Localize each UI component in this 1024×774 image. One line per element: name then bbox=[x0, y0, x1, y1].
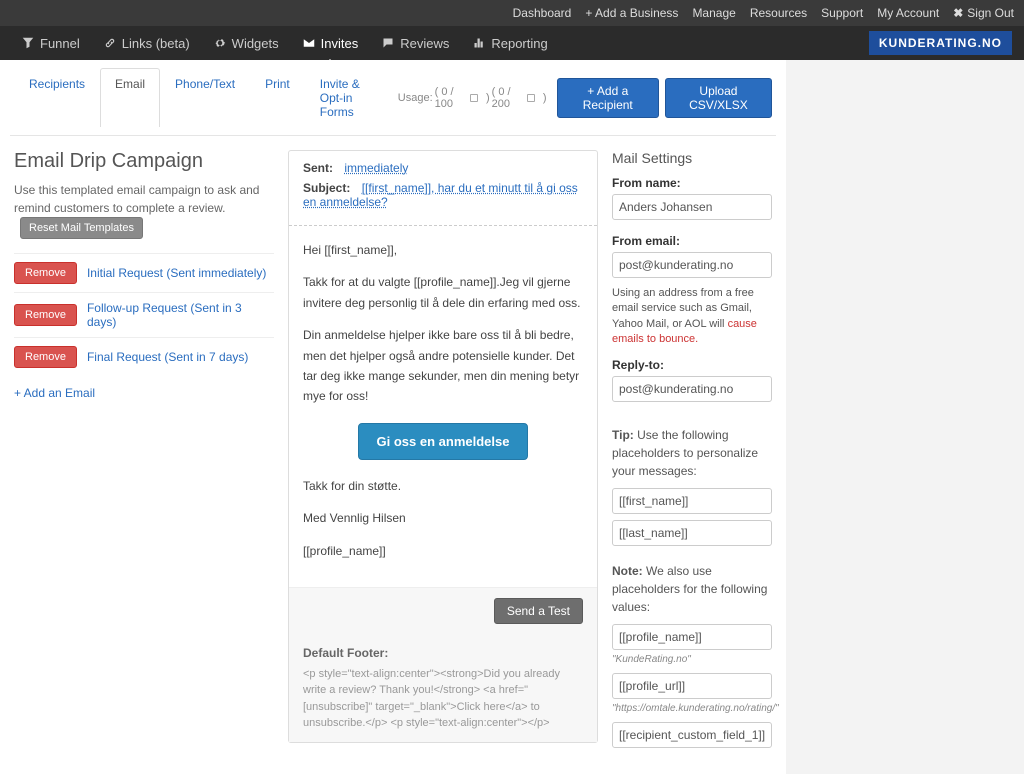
remove-step-button[interactable]: Remove bbox=[14, 346, 77, 368]
step-row: Remove Follow-up Request (Sent in 3 days… bbox=[14, 292, 274, 337]
placeholder-profile-sub: "KundeRating.no" bbox=[612, 654, 772, 665]
from-name-input[interactable] bbox=[612, 194, 772, 220]
brand-logo: KUNDERATING.NO bbox=[869, 31, 1012, 55]
topbar: Dashboard + Add a Business Manage Resour… bbox=[0, 0, 1024, 26]
send-test-button[interactable]: Send a Test bbox=[494, 598, 583, 624]
subheader: Recipients Email Phone/Text Print Invite… bbox=[10, 60, 776, 136]
reply-to-input[interactable] bbox=[612, 376, 772, 402]
subtab-print[interactable]: Print bbox=[250, 68, 305, 127]
footer-label: Default Footer: bbox=[303, 644, 583, 662]
subtab-recipients[interactable]: Recipients bbox=[14, 68, 100, 127]
default-footer: Default Footer: <p style="text-align:cen… bbox=[289, 634, 597, 742]
step-link-followup[interactable]: Follow-up Request (Sent in 3 days) bbox=[87, 301, 274, 329]
nav-support[interactable]: Support bbox=[821, 6, 863, 20]
bars-icon bbox=[473, 37, 485, 49]
placeholder-profile-url[interactable] bbox=[612, 673, 772, 699]
placeholder-first-name[interactable] bbox=[612, 488, 772, 514]
gear-icon bbox=[214, 37, 226, 49]
from-name-label: From name: bbox=[612, 176, 772, 190]
step-row: Remove Initial Request (Sent immediately… bbox=[14, 253, 274, 292]
from-email-label: From email: bbox=[612, 234, 772, 248]
email-paragraph: Din anmeldelse hjelper ikke bare oss til… bbox=[303, 325, 583, 407]
nav-sign-out[interactable]: ✖Sign Out bbox=[953, 6, 1014, 20]
nav-manage[interactable]: Manage bbox=[692, 6, 735, 20]
subtabs: Recipients Email Phone/Text Print Invite… bbox=[14, 68, 398, 127]
envelope-icon bbox=[303, 37, 315, 49]
page-description: Use this templated email campaign to ask… bbox=[14, 181, 274, 239]
note-text: Note: We also use placeholders for the f… bbox=[612, 562, 772, 616]
right-gutter bbox=[786, 60, 1024, 774]
email-editor-card: Sent: immediately Subject: [[first_name]… bbox=[288, 150, 598, 743]
page-title: Email Drip Campaign bbox=[14, 150, 274, 173]
email-paragraph: Takk for at du valgte [[profile_name]].J… bbox=[303, 272, 583, 313]
email-paragraph: Hei [[first_name]], bbox=[303, 240, 583, 260]
subtab-email[interactable]: Email bbox=[100, 68, 160, 127]
placeholder-last-name[interactable] bbox=[612, 520, 772, 546]
tip-text: Tip: Use the following placeholders to p… bbox=[612, 426, 772, 480]
tab-widgets[interactable]: Widgets bbox=[204, 28, 289, 59]
placeholder-url-sub: "https://omtale.kunderating.no/rating/" bbox=[612, 703, 772, 714]
reset-templates-button[interactable]: Reset Mail Templates bbox=[20, 217, 143, 239]
tab-reviews[interactable]: Reviews bbox=[372, 28, 459, 59]
envelope-mini-icon bbox=[470, 94, 478, 102]
phone-mini-icon bbox=[527, 94, 535, 102]
cta-button[interactable]: Gi oss en anmeldelse bbox=[358, 423, 529, 460]
tab-links[interactable]: Links (beta) bbox=[94, 28, 200, 59]
step-link-final[interactable]: Final Request (Sent in 7 days) bbox=[87, 350, 248, 364]
add-email-link[interactable]: + Add an Email bbox=[14, 376, 274, 410]
add-recipient-button[interactable]: + Add a Recipient bbox=[557, 78, 659, 118]
funnel-icon bbox=[22, 37, 34, 49]
remove-step-button[interactable]: Remove bbox=[14, 262, 77, 284]
nav-resources[interactable]: Resources bbox=[750, 6, 807, 20]
subtab-phone[interactable]: Phone/Text bbox=[160, 68, 250, 127]
nav-add-business[interactable]: + Add a Business bbox=[585, 6, 678, 20]
upload-csv-button[interactable]: Upload CSV/XLSX bbox=[665, 78, 772, 118]
mail-settings: Mail Settings From name: From email: Usi… bbox=[612, 150, 772, 754]
email-paragraph: Takk for din støtte. bbox=[303, 476, 583, 496]
reply-to-label: Reply-to: bbox=[612, 358, 772, 372]
email-paragraph: Med Vennlig Hilsen bbox=[303, 508, 583, 528]
subject-label: Subject: bbox=[303, 181, 350, 195]
campaign-sidebar: Email Drip Campaign Use this templated e… bbox=[14, 150, 274, 410]
link-icon bbox=[104, 37, 116, 49]
sent-value[interactable]: immediately bbox=[344, 161, 408, 175]
tab-funnel[interactable]: Funnel bbox=[12, 28, 90, 59]
tab-invites[interactable]: Invites bbox=[293, 28, 369, 59]
email-warning: Using an address from a free email servi… bbox=[612, 286, 772, 348]
placeholder-profile-name[interactable] bbox=[612, 624, 772, 650]
remove-step-button[interactable]: Remove bbox=[14, 304, 77, 326]
usage-text: Usage: ( 0 / 100) ( 0 / 200) bbox=[398, 86, 547, 110]
tab-reporting[interactable]: Reporting bbox=[463, 28, 557, 59]
step-row: Remove Final Request (Sent in 7 days) bbox=[14, 337, 274, 376]
email-paragraph: [[profile_name]] bbox=[303, 541, 583, 561]
nav-dashboard[interactable]: Dashboard bbox=[513, 6, 572, 20]
subtab-optin[interactable]: Invite & Opt-in Forms bbox=[305, 68, 398, 127]
sent-label: Sent: bbox=[303, 161, 333, 175]
step-link-initial[interactable]: Initial Request (Sent immediately) bbox=[87, 266, 266, 280]
navbar: Funnel Links (beta) Widgets Invites Revi… bbox=[0, 26, 1024, 60]
settings-title: Mail Settings bbox=[612, 150, 772, 166]
nav-my-account[interactable]: My Account bbox=[877, 6, 939, 20]
speech-icon bbox=[382, 37, 394, 49]
placeholder-custom-field[interactable] bbox=[612, 722, 772, 748]
from-email-input[interactable] bbox=[612, 252, 772, 278]
footer-text: <p style="text-align:center"><strong>Did… bbox=[303, 668, 560, 730]
close-icon: ✖ bbox=[953, 6, 963, 20]
email-body[interactable]: Hei [[first_name]], Takk for at du valgt… bbox=[289, 226, 597, 587]
